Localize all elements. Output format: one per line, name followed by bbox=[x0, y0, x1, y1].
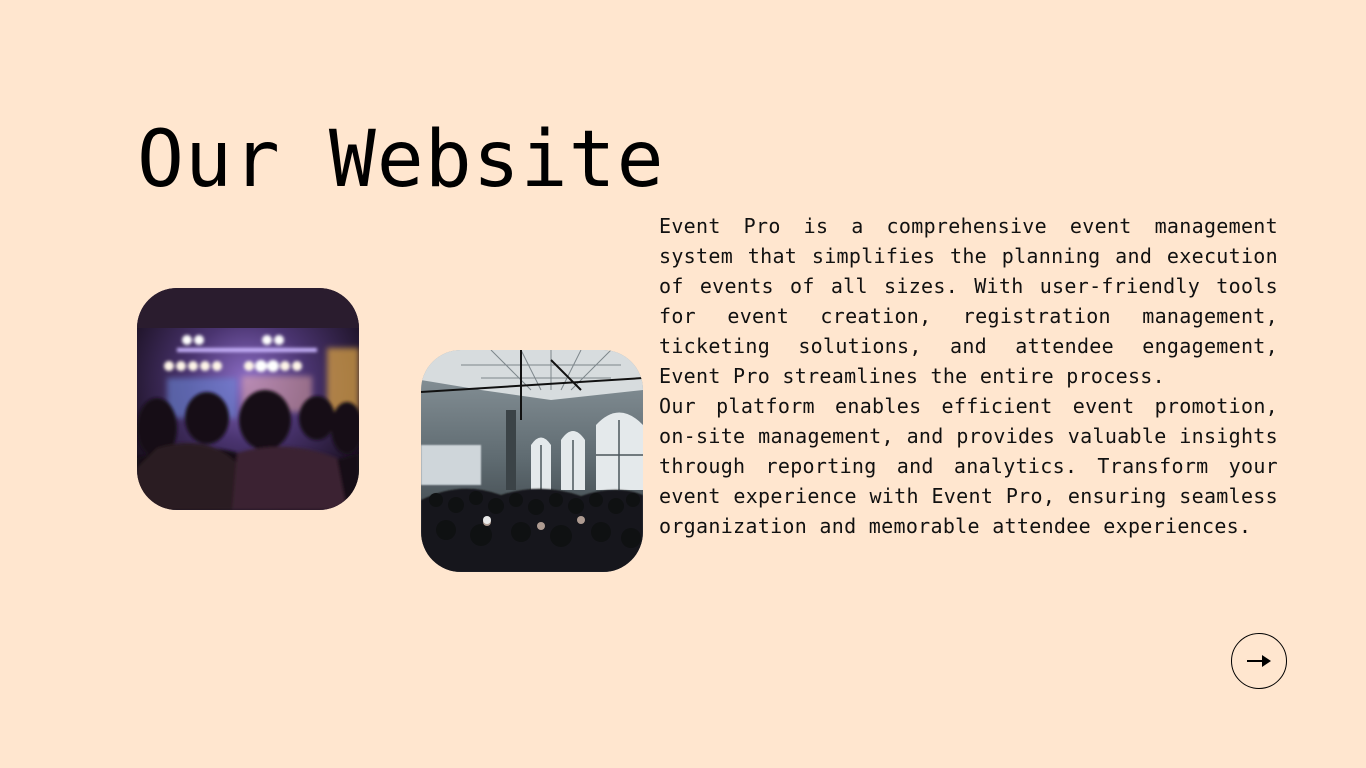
event-hall-photo bbox=[421, 350, 643, 572]
next-button[interactable] bbox=[1231, 633, 1287, 689]
arrow-right-icon bbox=[1247, 655, 1271, 667]
description-paragraph: Our platform enables efficient event pro… bbox=[659, 394, 1278, 538]
event-hall-image bbox=[421, 350, 643, 572]
description: Event Pro is a comprehensive event manag… bbox=[659, 211, 1278, 541]
concert-photo bbox=[137, 288, 359, 510]
page-title: Our Website bbox=[137, 115, 665, 205]
concert-image bbox=[137, 288, 359, 510]
description-paragraph: Event Pro is a comprehensive event manag… bbox=[659, 214, 1278, 388]
